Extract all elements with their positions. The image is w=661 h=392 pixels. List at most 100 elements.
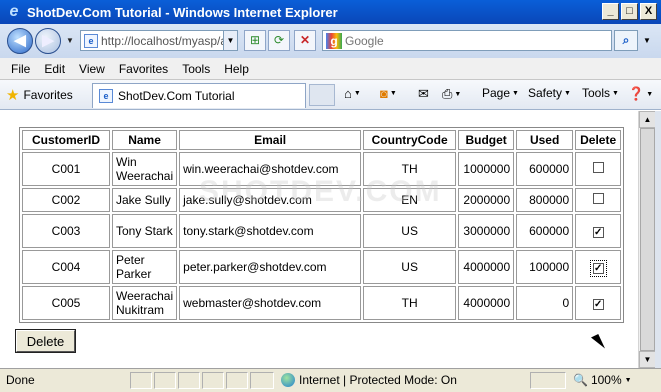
back-button[interactable]: ◀	[7, 28, 33, 54]
menu-edit[interactable]: Edit	[37, 62, 72, 76]
status-panel	[130, 372, 152, 389]
home-button[interactable]: ⌂ ▼	[344, 86, 361, 101]
table-row: C002 Jake Sully jake.sully@shotdev.com E…	[22, 188, 622, 212]
cell-customerid: C003	[22, 214, 110, 248]
favorites-button[interactable]: ★ Favorites	[6, 86, 73, 104]
search-button[interactable]: ⌕	[614, 30, 638, 51]
cell-name: Tony Stark	[112, 214, 178, 248]
new-tab-button[interactable]	[309, 84, 335, 106]
tab-title: ShotDev.Com Tutorial	[118, 89, 235, 103]
cell-delete: ✓	[575, 214, 622, 248]
security-zone[interactable]: Internet | Protected Mode: On	[281, 373, 457, 387]
delete-checkbox[interactable]	[592, 193, 604, 204]
address-toolbar: ◀ ▶ ▼ e http://localhost/myasp/a ▼ ⊞ ⟳ ✕…	[0, 24, 661, 58]
cell-budget: 2000000	[458, 188, 515, 212]
delete-checkbox[interactable]: ✓	[592, 299, 604, 310]
cell-customerid: C005	[22, 286, 110, 320]
cell-customerid: C002	[22, 188, 110, 212]
menu-file[interactable]: File	[4, 62, 37, 76]
status-panel	[250, 372, 274, 389]
star-icon: ★	[6, 87, 20, 104]
header-name: Name	[112, 130, 178, 150]
cell-used: 600000	[516, 214, 574, 248]
chevron-down-icon: ▼	[353, 90, 361, 97]
cell-used: 800000	[516, 188, 574, 212]
page-menu-label: Page	[482, 86, 511, 100]
address-field[interactable]: e http://localhost/myasp/a ▼	[80, 30, 238, 51]
search-box[interactable]: g	[322, 30, 612, 51]
scroll-up-icon[interactable]: ▲	[639, 111, 656, 128]
header-email: Email	[179, 130, 362, 150]
menu-view[interactable]: View	[72, 62, 112, 76]
cell-email: tony.stark@shotdev.com	[179, 214, 362, 248]
status-panel	[178, 372, 200, 389]
cell-used: 100000	[516, 250, 574, 284]
delete-button[interactable]: Delete	[15, 329, 76, 353]
menu-tools[interactable]: Tools	[175, 62, 217, 76]
refresh-icon[interactable]: ⟳	[268, 30, 290, 51]
table-header-row: CustomerID Name Email CountryCode Budget…	[22, 130, 622, 150]
chevron-down-icon: ▼	[624, 376, 632, 384]
safety-menu[interactable]: Safety ▼	[528, 86, 571, 100]
print-button[interactable]: ⎙ ▼	[442, 86, 461, 102]
close-button[interactable]: X	[640, 3, 657, 20]
cell-country: US	[363, 214, 457, 248]
forward-button[interactable]: ▶	[35, 28, 61, 54]
ie-logo-icon: e	[9, 3, 19, 20]
cell-country: TH	[363, 152, 457, 186]
stop-icon[interactable]: ✕	[294, 30, 316, 51]
chevron-down-icon: ▼	[646, 90, 654, 98]
address-dropdown-icon[interactable]: ▼	[223, 31, 237, 50]
cell-used: 600000	[516, 152, 574, 186]
title-bar: e ShotDev.Com Tutorial - Windows Interne…	[0, 0, 661, 24]
delete-checkbox[interactable]: ✓	[589, 260, 607, 277]
protected-mode-panel[interactable]	[530, 372, 566, 389]
zoom-control[interactable]: 🔍 100% ▼	[573, 373, 632, 387]
google-logo-icon: g	[326, 32, 342, 49]
status-panel	[154, 372, 176, 389]
search-input[interactable]	[345, 33, 595, 48]
cell-budget: 4000000	[458, 286, 515, 320]
tools-menu[interactable]: Tools ▼	[582, 86, 619, 100]
cell-budget: 3000000	[458, 214, 515, 248]
cell-email: peter.parker@shotdev.com	[179, 250, 362, 284]
cell-country: TH	[363, 286, 457, 320]
zone-text: Internet | Protected Mode: On	[299, 373, 457, 387]
tab-active[interactable]: e ShotDev.Com Tutorial	[92, 83, 306, 108]
header-delete: Delete	[575, 130, 622, 150]
menu-favorites[interactable]: Favorites	[112, 62, 175, 76]
chevron-down-icon: ▼	[612, 89, 619, 97]
scroll-thumb[interactable]	[640, 128, 655, 351]
cell-delete: ✓	[575, 250, 622, 284]
mail-button[interactable]: ✉	[418, 86, 429, 102]
delete-checkbox[interactable]: ✓	[592, 227, 604, 238]
favorites-label: Favorites	[23, 88, 73, 102]
cell-email: win.weerachai@shotdev.com	[179, 152, 362, 186]
chevron-down-icon: ▼	[564, 89, 571, 97]
cell-used: 0	[516, 286, 574, 320]
compatibility-icon[interactable]: ⊞	[244, 30, 266, 51]
cell-name: Weerachai Nukitram	[112, 286, 178, 320]
maximize-button[interactable]: □	[621, 3, 638, 20]
cell-delete	[575, 188, 622, 212]
tab-page-icon: e	[99, 89, 113, 103]
cell-delete	[575, 152, 622, 186]
header-used: Used	[516, 130, 574, 150]
minimize-button[interactable]: _	[602, 3, 619, 20]
feeds-button[interactable]: ◙ ▼	[380, 86, 397, 101]
menu-bar: File Edit View Favorites Tools Help	[0, 58, 661, 80]
page-menu[interactable]: Page ▼	[482, 86, 519, 100]
history-dropdown-icon[interactable]: ▼	[66, 36, 74, 45]
delete-checkbox[interactable]	[592, 162, 604, 173]
cell-country: EN	[363, 188, 457, 212]
menu-help[interactable]: Help	[217, 62, 256, 76]
printer-icon: ⎙	[442, 86, 453, 101]
scroll-down-icon[interactable]: ▼	[639, 351, 656, 368]
help-button[interactable]: ❓ ▼	[628, 86, 653, 102]
page-icon: e	[84, 33, 98, 48]
cell-name: Win Weerachai	[112, 152, 178, 186]
cell-delete: ✓	[575, 286, 622, 320]
vertical-scrollbar[interactable]: ▲ ▼	[638, 111, 656, 368]
customer-table: CustomerID Name Email CountryCode Budget…	[19, 127, 625, 323]
search-dropdown-icon[interactable]: ▼	[640, 30, 654, 51]
